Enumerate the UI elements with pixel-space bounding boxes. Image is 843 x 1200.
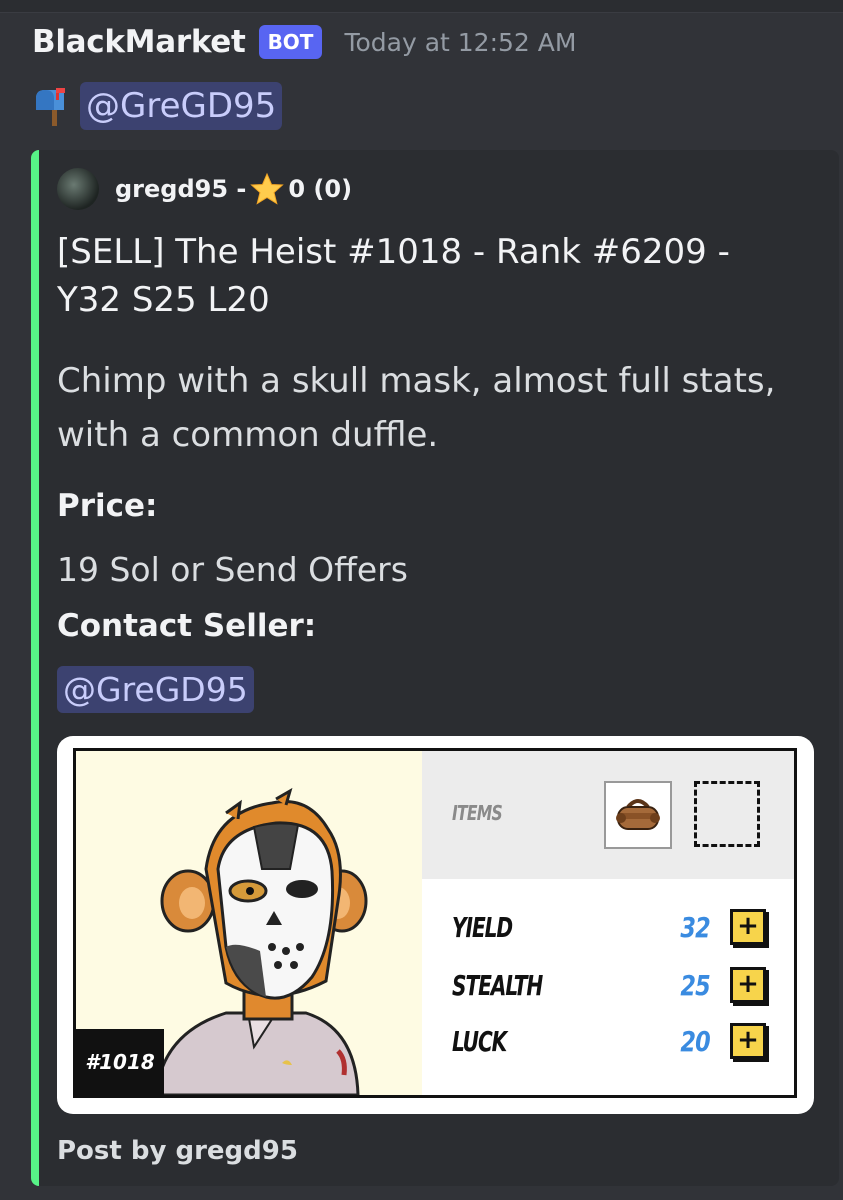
stat-value: 20 (680, 1025, 710, 1058)
bot-badge: BOT (258, 25, 323, 59)
stats-panel: ITEMS YIELD 32 + STEALTH 25 + LUCK 20 + (422, 751, 794, 1095)
author-name[interactable]: gregd95 - (115, 175, 246, 203)
stat-label: LUCK (452, 1025, 507, 1058)
message-timestamp[interactable]: Today at 12:52 AM (344, 28, 576, 57)
nft-card: #1018 ITEMS YIELD 32 + STEALTH 25 + LUCK… (73, 748, 797, 1098)
embed-author: gregd95 - 0 (0) (57, 168, 352, 210)
contact-seller-mention[interactable]: @GreGD95 (57, 666, 254, 713)
embed-image[interactable]: #1018 ITEMS YIELD 32 + STEALTH 25 + LUCK… (57, 736, 814, 1114)
stat-value: 32 (680, 911, 710, 944)
price-field-value: 19 Sol or Send Offers (57, 550, 408, 589)
chimp-portrait: #1018 (76, 751, 422, 1095)
top-divider (0, 0, 843, 13)
author-avatar[interactable] (57, 168, 99, 210)
embed-footer: Post by gregd95 (57, 1136, 298, 1166)
plus-button: + (730, 909, 766, 945)
stat-label: YIELD (452, 911, 513, 944)
stat-row-stealth: STEALTH 25 + (452, 965, 772, 1009)
price-field-name: Price: (57, 488, 158, 524)
mailbox-icon (32, 86, 76, 126)
embed-card: gregd95 - 0 (0) [SELL] The Heist #1018 -… (31, 150, 839, 1186)
duffle-bag-item-slot (604, 781, 672, 849)
author-rating: 0 (0) (288, 175, 353, 203)
mention-line: @GreGD95 (32, 82, 283, 130)
items-row: ITEMS (422, 751, 794, 879)
embed-description: Chimp with a skull mask, almost full sta… (57, 361, 776, 455)
stat-row-luck: LUCK 20 + (452, 1021, 772, 1065)
bot-username[interactable]: BlackMarket (32, 24, 246, 60)
star-icon (250, 172, 285, 206)
items-label: ITEMS (452, 801, 503, 825)
plus-button: + (730, 967, 766, 1003)
message-header: BlackMarket BOT Today at 12:52 AM (32, 24, 576, 60)
token-id-badge: #1018 (76, 1029, 164, 1095)
user-mention[interactable]: @GreGD95 (80, 82, 283, 130)
stat-row-yield: YIELD 32 + (452, 907, 772, 951)
duffle-bag-icon (616, 799, 660, 830)
plus-button: + (730, 1023, 766, 1059)
contact-field-name: Contact Seller: (57, 608, 317, 644)
stat-label: STEALTH (452, 969, 543, 1002)
embed-accent-bar (31, 150, 39, 1186)
empty-item-slot (694, 781, 760, 847)
stat-value: 25 (680, 969, 710, 1002)
embed-title: [SELL] The Heist #1018 - Rank #6209 - Y3… (57, 232, 730, 320)
